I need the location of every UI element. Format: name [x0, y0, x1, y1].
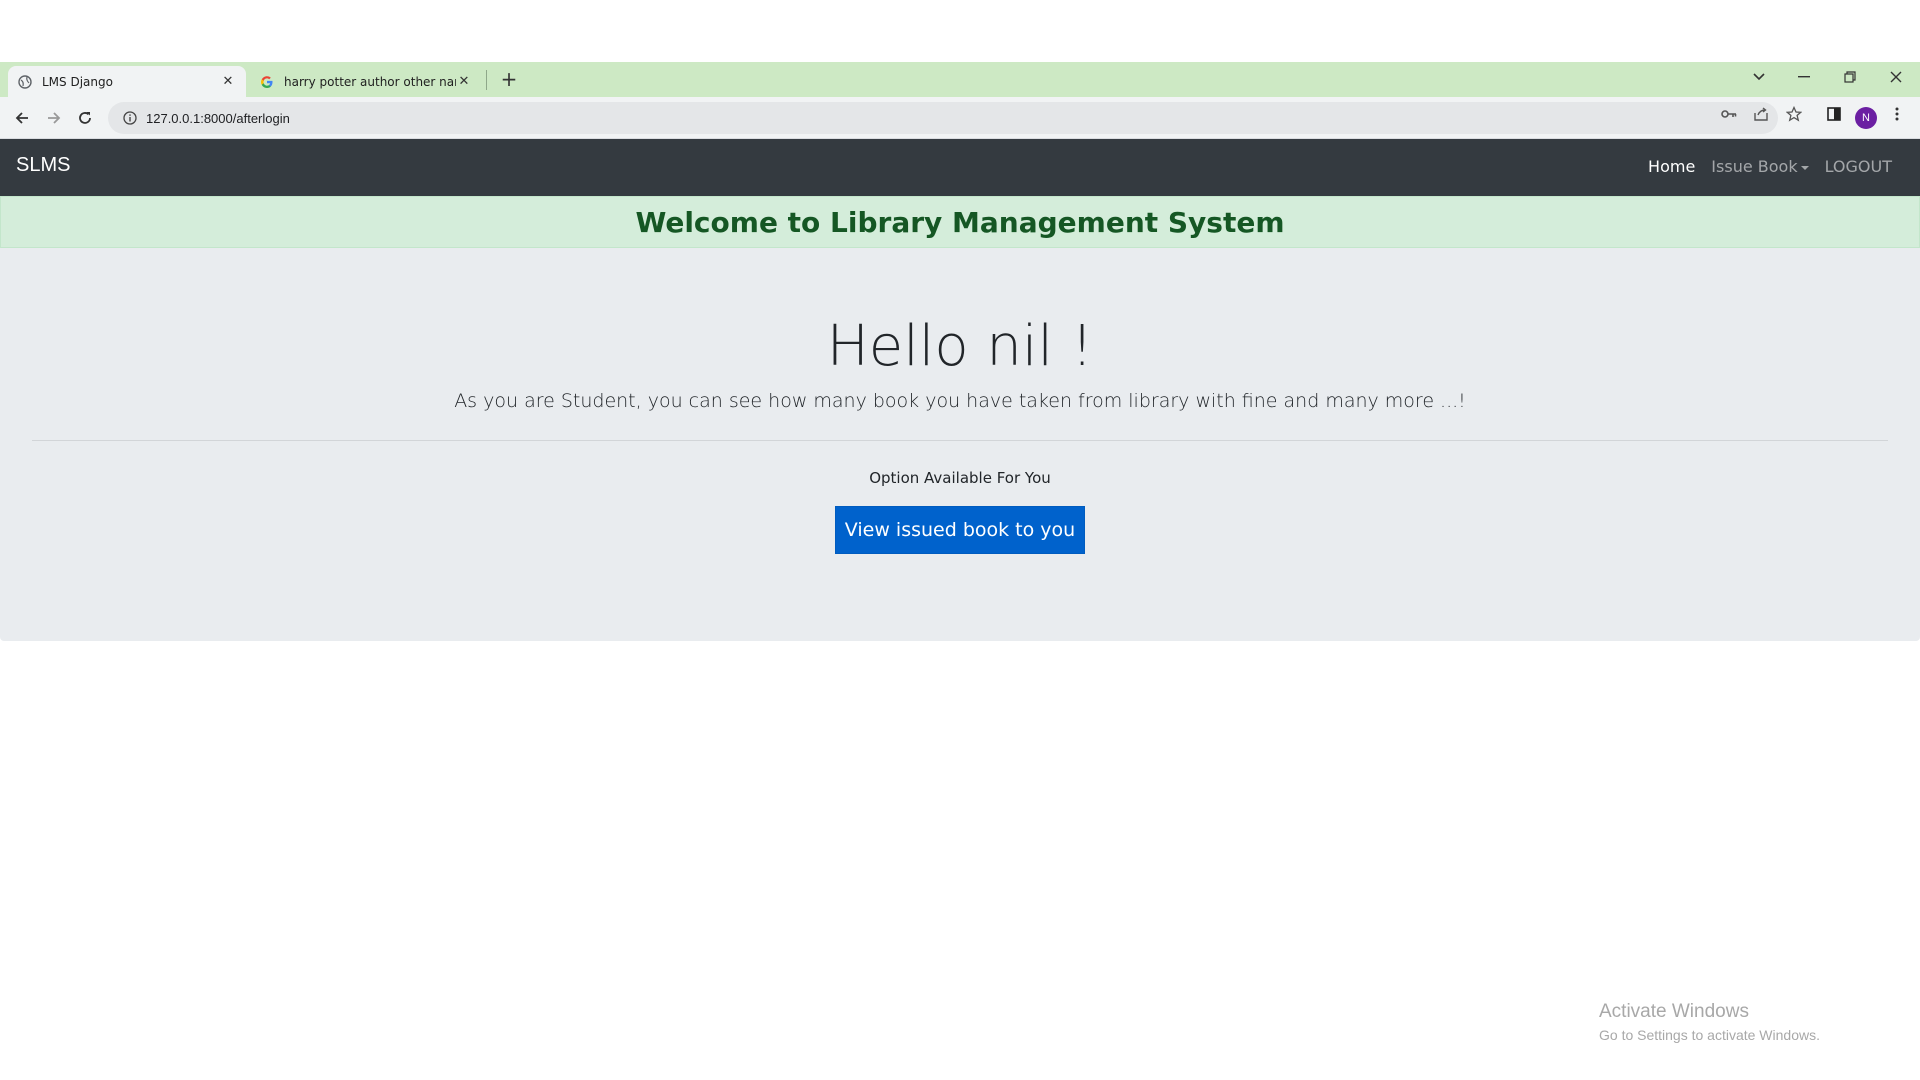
address-url: 127.0.0.1:8000/afterlogin: [146, 110, 290, 126]
close-icon[interactable]: ✕: [220, 74, 236, 90]
tab-title: harry potter author other name: [284, 74, 456, 89]
site-info-icon[interactable]: [114, 111, 146, 125]
reload-icon[interactable]: [72, 105, 98, 131]
new-tab-plus-icon[interactable]: +: [498, 66, 520, 92]
nav-issue-book-label: Issue Book: [1711, 157, 1798, 176]
restore-icon[interactable]: [1828, 62, 1872, 92]
browser-tab[interactable]: harry potter author other name ✕: [250, 66, 482, 97]
profile-avatar[interactable]: N: [1855, 107, 1877, 129]
nav-links: Home Issue Book LOGOUT: [1648, 157, 1892, 176]
nav-logout[interactable]: LOGOUT: [1825, 157, 1892, 176]
nav-issue-book-dropdown[interactable]: Issue Book: [1711, 157, 1809, 176]
close-icon[interactable]: ✕: [456, 74, 472, 90]
lead-text: As you are Student, you can see how many…: [454, 390, 1466, 412]
minimize-icon[interactable]: [1782, 62, 1826, 92]
share-icon[interactable]: [1752, 105, 1770, 123]
browser-tab-active[interactable]: LMS Django ✕: [8, 66, 246, 97]
forward-arrow-icon[interactable]: [41, 105, 67, 131]
nav-home[interactable]: Home: [1648, 157, 1695, 176]
site-navbar: SLMS Home Issue Book LOGOUT: [0, 139, 1920, 196]
google-icon: [260, 75, 274, 89]
welcome-banner: Welcome to Library Management System: [0, 196, 1920, 248]
window-close-icon[interactable]: [1874, 62, 1918, 92]
caret-down-icon: [1800, 165, 1809, 170]
bookmark-star-icon[interactable]: [1785, 105, 1803, 123]
browser-tabstrip: LMS Django ✕ harry potter author other n…: [0, 62, 1920, 97]
browser-toolbar: 127.0.0.1:8000/afterlogin N: [0, 97, 1920, 139]
brand-logo[interactable]: SLMS: [16, 154, 70, 177]
tab-divider: [486, 70, 487, 90]
browser-menu-icon[interactable]: [1888, 105, 1906, 123]
horizontal-rule: [32, 440, 1888, 441]
address-bar[interactable]: 127.0.0.1:8000/afterlogin: [108, 102, 1778, 134]
back-arrow-icon[interactable]: [9, 105, 35, 131]
activate-windows-subtitle: Go to Settings to activate Windows.: [1599, 1027, 1820, 1043]
tab-search-chevron-icon[interactable]: [1737, 62, 1781, 92]
globe-icon: [18, 74, 32, 89]
view-issued-book-button[interactable]: View issued book to you: [835, 506, 1085, 554]
key-icon[interactable]: [1720, 105, 1738, 123]
greeting-heading: Hello nil !: [826, 314, 1094, 379]
tab-title: LMS Django: [42, 74, 113, 89]
activate-windows-title: Activate Windows: [1599, 1001, 1749, 1022]
side-panel-icon[interactable]: [1825, 105, 1843, 123]
welcome-heading: Welcome to Library Management System: [635, 205, 1285, 239]
option-label: Option Available For You: [869, 469, 1051, 487]
jumbotron: Hello nil ! As you are Student, you can …: [0, 248, 1920, 641]
